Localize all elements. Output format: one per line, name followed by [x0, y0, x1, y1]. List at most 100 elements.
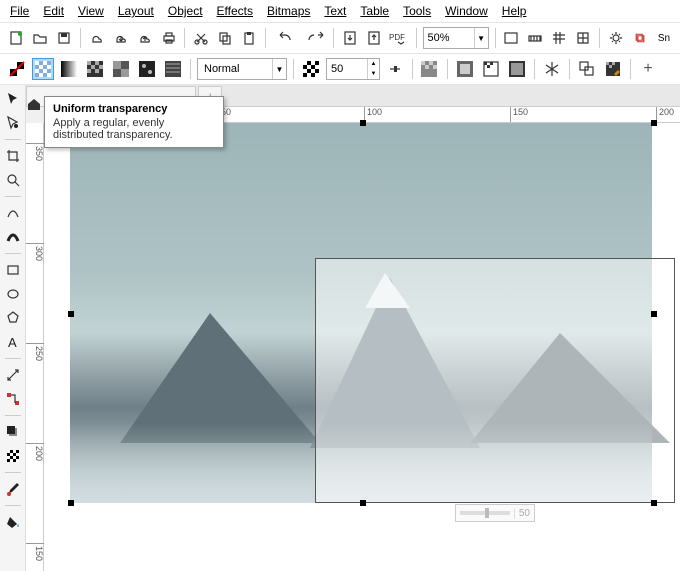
transparency-rectangle-object[interactable]: 50: [315, 258, 675, 503]
property-bar: Normal ▼ ▲▼ +: [0, 54, 680, 85]
full-screen-button[interactable]: [501, 27, 521, 49]
copy-transparency-button[interactable]: [576, 58, 598, 80]
selection-handle[interactable]: [360, 120, 366, 126]
show-guidelines-button[interactable]: [573, 27, 593, 49]
menu-table[interactable]: Table: [354, 2, 395, 20]
no-transparency-button[interactable]: [6, 58, 28, 80]
freeze-transparency-button[interactable]: [541, 58, 563, 80]
paste-button[interactable]: [239, 27, 259, 49]
show-grid-button[interactable]: [549, 27, 569, 49]
menu-view[interactable]: View: [72, 2, 110, 20]
transparency-value-spinner[interactable]: ▲▼: [326, 58, 380, 80]
menu-help[interactable]: Help: [496, 2, 533, 20]
copy-button[interactable]: [215, 27, 235, 49]
open-button[interactable]: [30, 27, 50, 49]
merge-mode-value: Normal: [198, 63, 272, 75]
artistic-media-tool[interactable]: [3, 227, 23, 247]
slider-thumb[interactable]: [485, 508, 489, 518]
vertical-ruler[interactable]: 350 300 250 200 150: [26, 123, 44, 571]
apply-outline-button[interactable]: [480, 58, 502, 80]
bitmap-image[interactable]: 50: [70, 123, 652, 503]
export-button[interactable]: [364, 27, 384, 49]
svg-text:A: A: [8, 335, 17, 350]
cut-button[interactable]: [191, 27, 211, 49]
pick-tool[interactable]: [3, 89, 23, 109]
menu-bar: File Edit View Layout Object Effects Bit…: [0, 0, 680, 23]
canvas[interactable]: 50: [44, 123, 680, 571]
connector-tool[interactable]: [3, 389, 23, 409]
transparency-tool[interactable]: [3, 446, 23, 466]
print-button[interactable]: [159, 27, 179, 49]
show-rulers-button[interactable]: [525, 27, 545, 49]
zoom-level-combo[interactable]: ▼: [423, 27, 489, 49]
home-icon[interactable]: [26, 96, 42, 112]
separator: [184, 28, 185, 48]
merge-mode-dropdown-icon[interactable]: ▼: [272, 59, 286, 79]
uniform-transparency-button[interactable]: [32, 58, 54, 80]
options-button[interactable]: [606, 27, 626, 49]
launch-button[interactable]: ⧉: [630, 27, 650, 49]
bitmap-pattern-transparency-button[interactable]: [110, 58, 132, 80]
parallel-dimension-tool[interactable]: [3, 365, 23, 385]
two-color-pattern-button[interactable]: [136, 58, 158, 80]
transparency-inline-slider[interactable]: 50: [455, 504, 535, 522]
spin-up-icon[interactable]: ▲: [368, 59, 379, 69]
selection-handle[interactable]: [68, 500, 74, 506]
transparency-target-button[interactable]: [419, 58, 441, 80]
menu-file[interactable]: File: [4, 2, 35, 20]
drawing-area[interactable]: + 0 50 100 150 200 350 300 250 200 150: [26, 85, 680, 571]
menu-object[interactable]: Object: [162, 2, 209, 20]
selection-handle[interactable]: [360, 500, 366, 506]
cloud-upload-button[interactable]: [135, 27, 155, 49]
menu-effects[interactable]: Effects: [211, 2, 259, 20]
ellipse-tool[interactable]: [3, 284, 23, 304]
transparency-value-input[interactable]: [327, 63, 367, 75]
cloud-save-button[interactable]: [111, 27, 131, 49]
spin-down-icon[interactable]: ▼: [368, 69, 379, 79]
apply-all-button[interactable]: [506, 58, 528, 80]
eyedropper-tool[interactable]: [3, 479, 23, 499]
menu-edit[interactable]: Edit: [37, 2, 70, 20]
zoom-level-input[interactable]: [424, 32, 474, 44]
selection-handle[interactable]: [651, 311, 657, 317]
fountain-transparency-button[interactable]: [58, 58, 80, 80]
selection-handle[interactable]: [651, 120, 657, 126]
import-button[interactable]: [340, 27, 360, 49]
menu-tools[interactable]: Tools: [397, 2, 437, 20]
undo-button[interactable]: [272, 27, 297, 49]
drop-shadow-tool[interactable]: [3, 422, 23, 442]
selection-handle[interactable]: [651, 500, 657, 506]
redo-button[interactable]: [301, 27, 326, 49]
menu-text[interactable]: Text: [318, 2, 352, 20]
text-tool[interactable]: A: [3, 332, 23, 352]
zoom-dropdown-icon[interactable]: ▼: [474, 28, 488, 48]
workspace: A + 0 50 100 150 200 350 300 250 200 150: [0, 85, 680, 571]
ruler-tick: 300: [26, 243, 44, 261]
separator: [190, 59, 191, 79]
crop-tool[interactable]: [3, 146, 23, 166]
menu-bitmaps[interactable]: Bitmaps: [261, 2, 316, 20]
publish-pdf-button[interactable]: PDF: [388, 27, 410, 49]
texture-transparency-button[interactable]: [162, 58, 184, 80]
add-preset-button[interactable]: +: [637, 58, 659, 80]
slider-track[interactable]: [460, 511, 510, 515]
rectangle-tool[interactable]: [3, 260, 23, 280]
polygon-tool[interactable]: [3, 308, 23, 328]
save-button[interactable]: [54, 27, 74, 49]
snap-to-button[interactable]: Sn: [654, 27, 674, 49]
zoom-tool[interactable]: [3, 170, 23, 190]
menu-layout[interactable]: Layout: [112, 2, 160, 20]
transparency-picker-button[interactable]: [300, 58, 322, 80]
menu-window[interactable]: Window: [439, 2, 494, 20]
pattern-transparency-button[interactable]: [84, 58, 106, 80]
fill-tool[interactable]: [3, 512, 23, 532]
transparency-slider-button[interactable]: [384, 58, 406, 80]
freehand-tool[interactable]: [3, 203, 23, 223]
shape-tool[interactable]: [3, 113, 23, 133]
edit-transparency-button[interactable]: [602, 58, 624, 80]
apply-fill-button[interactable]: [454, 58, 476, 80]
cloud-open-button[interactable]: [87, 27, 107, 49]
selection-handle[interactable]: [68, 311, 74, 317]
merge-mode-combo[interactable]: Normal ▼: [197, 58, 287, 80]
new-document-button[interactable]: [6, 27, 26, 49]
